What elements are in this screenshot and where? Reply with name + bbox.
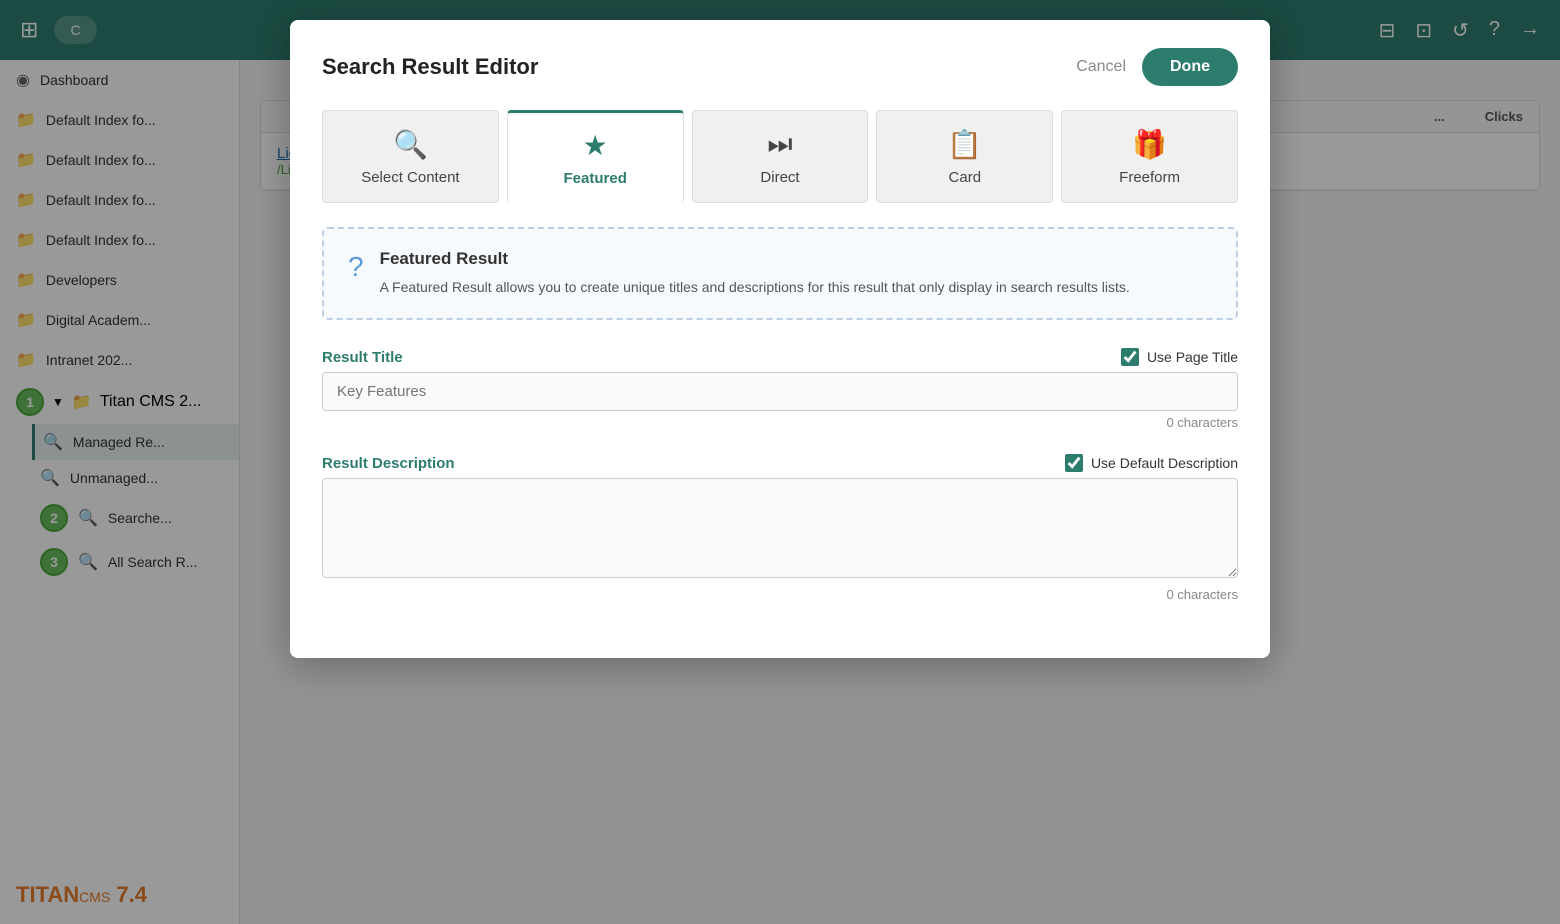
search-tab-icon: 🔍 (393, 128, 428, 161)
info-box: ? Featured Result A Featured Result allo… (322, 227, 1238, 320)
direct-tab-icon: ⏭ (767, 128, 792, 161)
freeform-tab-icon: 🎁 (1132, 128, 1167, 161)
tab-bar: 🔍 Select Content ★ Featured ⏭ Direct 📋 C… (322, 110, 1238, 203)
result-description-header: Result Description Use Default Descripti… (322, 454, 1238, 472)
info-box-title: Featured Result (380, 249, 1130, 269)
result-title-header: Result Title Use Page Title (322, 348, 1238, 366)
tab-card-label: Card (949, 169, 982, 186)
tab-select-content[interactable]: 🔍 Select Content (322, 110, 499, 203)
use-page-title-label: Use Page Title (1147, 349, 1238, 365)
tab-direct[interactable]: ⏭ Direct (692, 110, 869, 203)
tab-direct-label: Direct (760, 169, 799, 186)
modal-header-actions: Cancel Done (1076, 48, 1238, 86)
tab-featured-label: Featured (564, 170, 627, 187)
use-page-title-row: Use Page Title (1121, 348, 1238, 366)
result-title-input[interactable] (322, 372, 1238, 411)
search-result-editor-modal: Search Result Editor Cancel Done 🔍 Selec… (290, 20, 1270, 658)
tab-freeform-label: Freeform (1119, 169, 1180, 186)
tab-select-content-label: Select Content (361, 169, 459, 186)
info-icon: ? (348, 251, 364, 283)
result-title-field: Result Title Use Page Title 0 characters (322, 348, 1238, 430)
result-title-char-count: 0 characters (322, 415, 1238, 430)
use-default-description-label: Use Default Description (1091, 455, 1238, 471)
result-description-char-count: 0 characters (322, 587, 1238, 602)
modal-title: Search Result Editor (322, 54, 538, 80)
modal-header: Search Result Editor Cancel Done (322, 48, 1238, 86)
tab-card[interactable]: 📋 Card (876, 110, 1053, 203)
info-box-text: A Featured Result allows you to create u… (380, 277, 1130, 298)
card-tab-icon: 📋 (947, 128, 982, 161)
use-default-description-checkbox[interactable] (1065, 454, 1083, 472)
use-default-description-row: Use Default Description (1065, 454, 1238, 472)
result-description-textarea[interactable] (322, 478, 1238, 578)
star-tab-icon: ★ (583, 129, 608, 162)
result-description-label: Result Description (322, 455, 455, 472)
use-page-title-checkbox[interactable] (1121, 348, 1139, 366)
result-title-label: Result Title (322, 349, 403, 366)
cancel-button[interactable]: Cancel (1076, 58, 1126, 76)
tab-freeform[interactable]: 🎁 Freeform (1061, 110, 1238, 203)
tab-featured[interactable]: ★ Featured (507, 110, 684, 203)
done-button[interactable]: Done (1142, 48, 1238, 86)
info-box-content: Featured Result A Featured Result allows… (380, 249, 1130, 298)
result-description-field: Result Description Use Default Descripti… (322, 454, 1238, 602)
